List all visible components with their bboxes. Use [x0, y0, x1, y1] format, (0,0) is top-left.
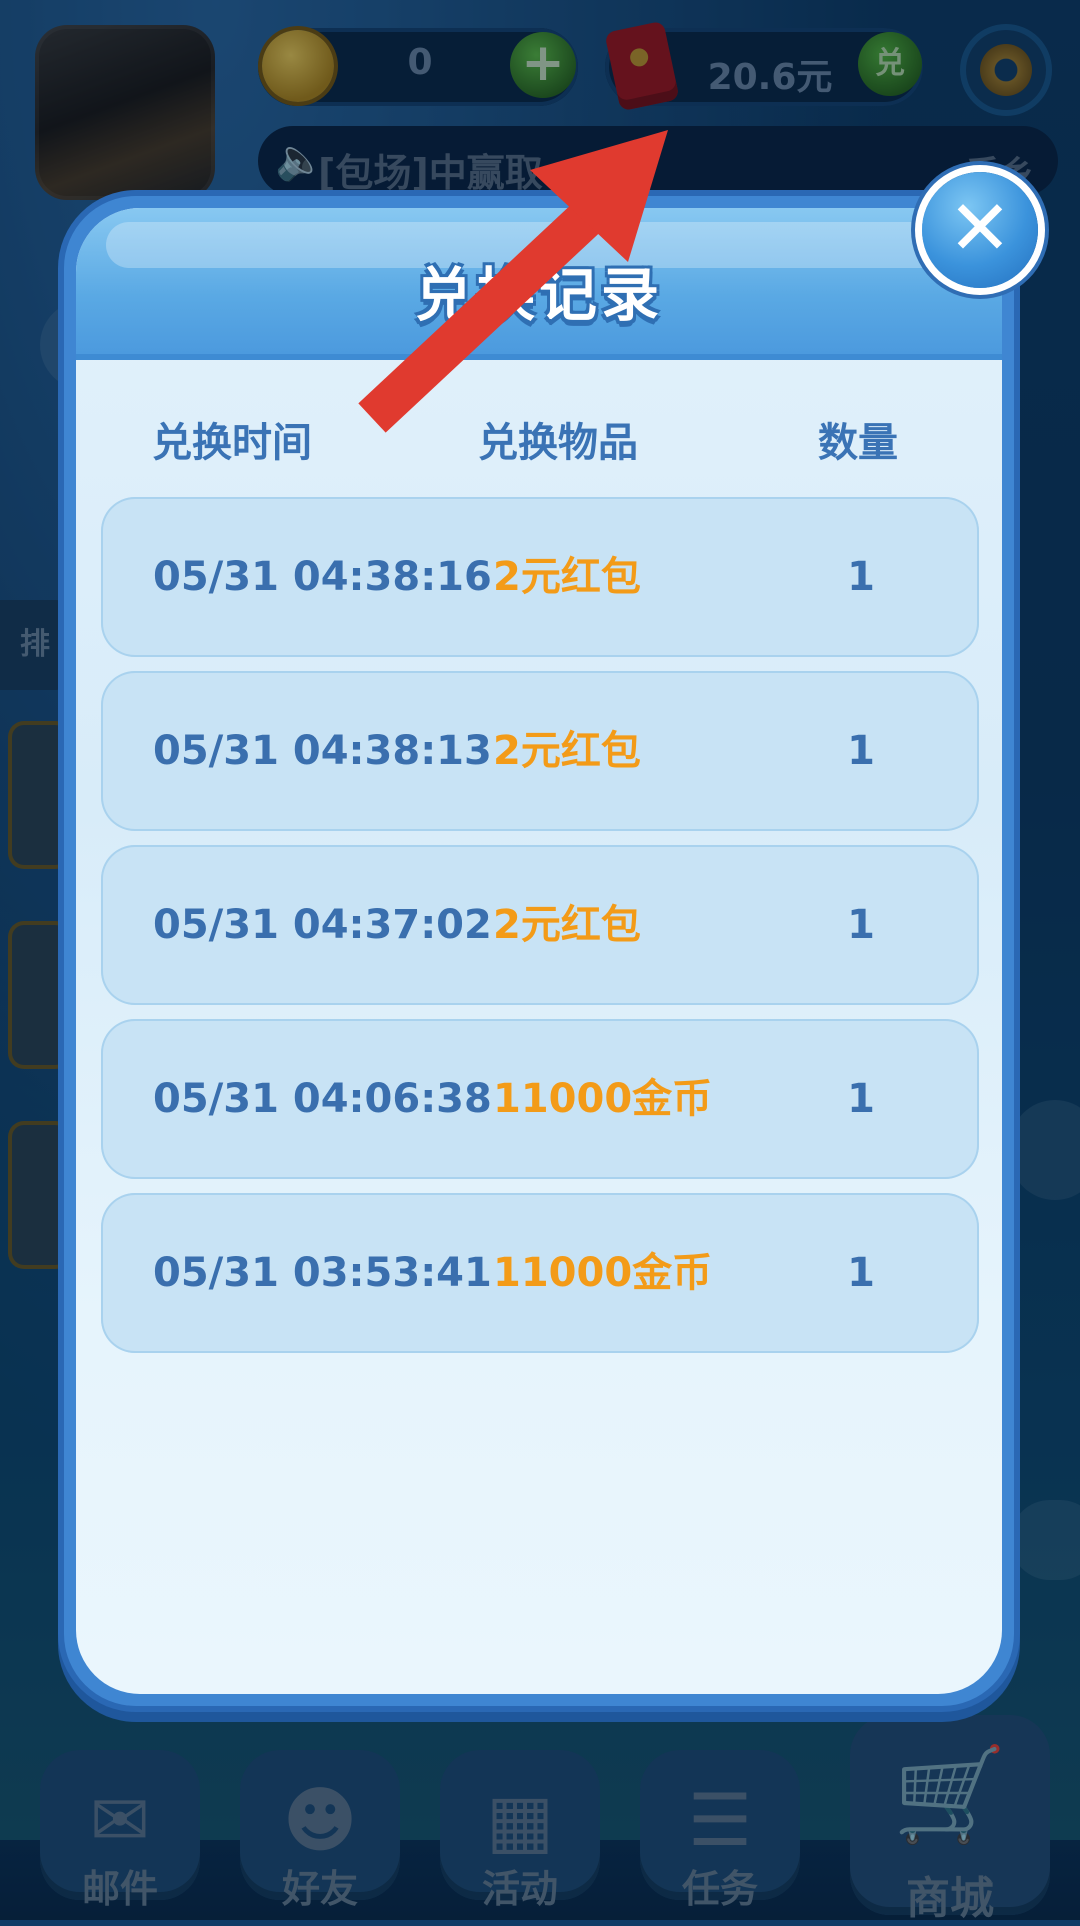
exchange-item: 2元红包	[493, 554, 641, 600]
column-header-item: 兑换物品	[478, 420, 638, 466]
exchange-item: 2元红包	[493, 728, 641, 774]
exchange-time: 05/31 04:38:16	[153, 554, 492, 600]
exchange-item: 11000金币	[493, 1250, 713, 1296]
close-icon: ✕	[948, 183, 1012, 272]
table-row: 05/31 04:06:38 11000金币 1	[101, 1019, 979, 1179]
table-row: 05/31 04:37:02 2元红包 1	[101, 845, 979, 1005]
exchange-item: 11000金币	[493, 1076, 713, 1122]
exchange-time: 05/31 04:37:02	[153, 902, 492, 948]
exchange-quantity: 1	[847, 1250, 875, 1296]
table-row: 05/31 04:38:16 2元红包 1	[101, 497, 979, 657]
column-header-time: 兑换时间	[152, 420, 312, 466]
exchange-quantity: 1	[847, 1076, 875, 1122]
dialog-header: 兑换记录	[76, 208, 1002, 360]
column-header-quantity: 数量	[818, 420, 898, 466]
table-row: 05/31 04:38:13 2元红包 1	[101, 671, 979, 831]
table-row: 05/31 03:53:41 11000金币 1	[101, 1193, 979, 1353]
exchange-time: 05/31 03:53:41	[153, 1250, 492, 1296]
exchange-quantity: 1	[847, 554, 875, 600]
exchange-quantity: 1	[847, 902, 875, 948]
close-button[interactable]: ✕	[922, 172, 1038, 288]
exchange-time: 05/31 04:38:13	[153, 728, 492, 774]
dialog-title: 兑换记录	[414, 261, 663, 329]
exchange-item: 2元红包	[493, 902, 641, 948]
exchange-quantity: 1	[847, 728, 875, 774]
exchange-time: 05/31 04:06:38	[153, 1076, 492, 1122]
